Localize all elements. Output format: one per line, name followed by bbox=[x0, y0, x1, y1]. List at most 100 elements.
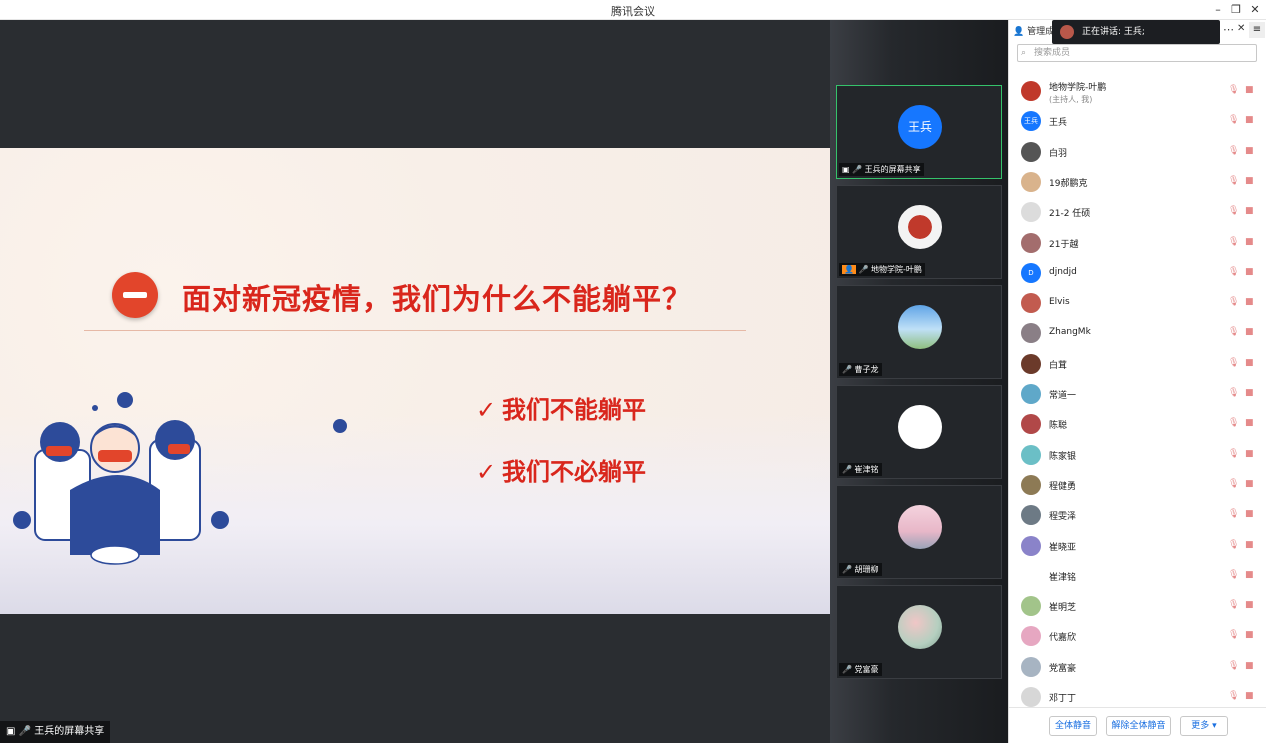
mic-muted-icon[interactable]: 🎙 bbox=[1228, 540, 1239, 551]
mic-muted-icon[interactable]: 🎙 bbox=[1228, 630, 1239, 641]
member-name: 崔晓亚 bbox=[1049, 542, 1077, 553]
mic-muted-icon[interactable]: 🎙 bbox=[1228, 570, 1239, 581]
panel-menu-icon[interactable]: ≡ bbox=[1249, 22, 1265, 38]
mic-muted-icon[interactable]: 🎙 bbox=[1228, 388, 1239, 399]
mic-muted-icon[interactable]: 🎙 bbox=[1228, 418, 1239, 429]
member-row[interactable]: 程健勇 🎙 ■ bbox=[1009, 470, 1266, 500]
member-row[interactable]: 崔津铭 🎙 ■ bbox=[1009, 561, 1266, 591]
member-row[interactable]: 代嘉欣 🎙 ■ bbox=[1009, 621, 1266, 651]
mic-muted-icon[interactable]: 🎙 bbox=[1228, 297, 1239, 308]
search-input[interactable]: ⌕ 搜索成员 bbox=[1017, 44, 1257, 62]
member-row[interactable]: 21于越 🎙 ■ bbox=[1009, 228, 1266, 258]
camera-off-icon[interactable]: ■ bbox=[1245, 146, 1257, 156]
mic-muted-icon[interactable]: 🎙 bbox=[1228, 115, 1239, 126]
camera-off-icon[interactable]: ■ bbox=[1245, 418, 1257, 428]
member-row[interactable]: 程雯泽 🎙 ■ bbox=[1009, 500, 1266, 530]
mic-muted-icon[interactable]: 🎙 bbox=[1228, 146, 1239, 157]
member-name: 崔明芝 bbox=[1049, 603, 1077, 614]
close-panel-icon[interactable]: ✕ bbox=[1237, 23, 1245, 34]
camera-off-icon[interactable]: ■ bbox=[1245, 206, 1257, 216]
mic-muted-icon[interactable]: 🎙 bbox=[1228, 237, 1239, 248]
video-tile[interactable]: 🎤 胡珊柳 bbox=[836, 485, 1002, 579]
avatar bbox=[1021, 323, 1041, 344]
tile-name: 🎤 党富豪 bbox=[839, 663, 882, 676]
member-row[interactable]: 党富豪 🎙 ■ bbox=[1009, 652, 1266, 682]
member-row[interactable]: 地物学院-叶鹏 (主持人, 我) 🎙 ■ bbox=[1009, 76, 1266, 106]
restore-icon[interactable]: ❐ bbox=[1228, 2, 1244, 18]
search-icon: ⌕ bbox=[1021, 48, 1027, 58]
member-name: 邓丁丁 bbox=[1049, 694, 1077, 704]
camera-off-icon[interactable]: ■ bbox=[1245, 600, 1257, 610]
video-tile[interactable]: 王兵 ▣ 🎤 王兵的屏幕共享 bbox=[836, 85, 1002, 179]
mic-muted-icon[interactable]: 🎙 bbox=[1228, 267, 1239, 278]
member-row[interactable]: 白羽 🎙 ■ bbox=[1009, 137, 1266, 167]
mic-muted-icon[interactable]: 🎙 bbox=[1228, 509, 1239, 520]
member-name: 崔津铭 bbox=[1049, 572, 1077, 583]
mic-muted-icon[interactable]: 🎙 bbox=[1228, 691, 1239, 702]
member-row[interactable]: 王兵 王兵 🎙 ■ bbox=[1009, 106, 1266, 136]
mic-muted-icon[interactable]: 🎙 bbox=[1228, 176, 1239, 187]
video-tile[interactable]: 👤 🎤 地物学院-叶鹏 bbox=[836, 185, 1002, 279]
member-row[interactable]: 崔明芝 🎙 ■ bbox=[1009, 591, 1266, 621]
video-tile[interactable]: 🎤 党富豪 bbox=[836, 585, 1002, 679]
member-name: 程雯泽 bbox=[1049, 512, 1077, 523]
video-tile[interactable]: 🎤 崔津铭 bbox=[836, 385, 1002, 479]
camera-off-icon[interactable]: ■ bbox=[1245, 540, 1257, 550]
panel-footer: 全体静音 解除全体静音 更多 ▾ bbox=[1009, 707, 1266, 743]
video-tile[interactable]: 🎤 曹子龙 bbox=[836, 285, 1002, 379]
mic-muted-icon[interactable]: 🎙 bbox=[1228, 600, 1239, 611]
camera-off-icon[interactable]: ■ bbox=[1245, 661, 1257, 671]
mic-muted-icon[interactable]: 🎙 bbox=[1228, 661, 1239, 672]
member-name: 陈家银 bbox=[1049, 451, 1077, 462]
close-icon[interactable]: ✕ bbox=[1247, 2, 1263, 18]
member-row[interactable]: 21-2 任硕 🎙 ■ bbox=[1009, 197, 1266, 227]
member-row[interactable]: 崔晓亚 🎙 ■ bbox=[1009, 531, 1266, 561]
member-row[interactable]: 陈聪 🎙 ■ bbox=[1009, 409, 1266, 439]
more-options-icon[interactable]: ⋯ bbox=[1223, 23, 1234, 36]
camera-off-icon[interactable]: ■ bbox=[1245, 176, 1257, 186]
avatar bbox=[1021, 565, 1041, 586]
camera-off-icon[interactable]: ■ bbox=[1245, 85, 1257, 95]
member-row[interactable]: 白茸 🎙 ■ bbox=[1009, 349, 1266, 379]
slide-title: 面对新冠疫情，我们为什么不能躺平？ bbox=[182, 282, 693, 316]
members-panel: 👤 管理成 ⋯ ✕ ≡ ⌕ 搜索成员 地物学院-叶鹏 (主持人, 我) 🎙 ■ 王兵 王兵… bbox=[1008, 20, 1266, 743]
member-name: 21-2 任硕 bbox=[1049, 209, 1091, 220]
member-row[interactable]: 陈家银 🎙 ■ bbox=[1009, 440, 1266, 470]
mic-muted-icon[interactable]: 🎙 bbox=[1228, 479, 1239, 490]
member-row[interactable]: Ddjndjd 🎙 ■ bbox=[1009, 258, 1266, 288]
avatar bbox=[1021, 414, 1041, 435]
mute-all-button[interactable]: 全体静音 bbox=[1049, 716, 1097, 736]
camera-off-icon[interactable]: ■ bbox=[1245, 630, 1257, 640]
member-row[interactable]: 常道一 🎙 ■ bbox=[1009, 379, 1266, 409]
avatar bbox=[1021, 687, 1041, 707]
camera-off-icon[interactable]: ■ bbox=[1245, 691, 1257, 701]
member-row[interactable]: 19郝鹏克 🎙 ■ bbox=[1009, 167, 1266, 197]
mic-muted-icon[interactable]: 🎙 bbox=[1228, 85, 1239, 96]
minimize-icon[interactable]: – bbox=[1210, 2, 1226, 18]
avatar bbox=[1021, 535, 1041, 556]
avatar bbox=[1021, 474, 1041, 495]
mic-muted-icon[interactable]: 🎙 bbox=[1228, 449, 1239, 460]
camera-off-icon[interactable]: ■ bbox=[1245, 267, 1257, 277]
unmute-all-button[interactable]: 解除全体静音 bbox=[1106, 716, 1171, 736]
camera-off-icon[interactable]: ■ bbox=[1245, 358, 1257, 368]
camera-off-icon[interactable]: ■ bbox=[1245, 237, 1257, 247]
mic-muted-icon[interactable]: 🎙 bbox=[1228, 327, 1239, 338]
panel-header[interactable]: 👤 管理成 bbox=[1013, 24, 1054, 37]
member-name: 代嘉欣 bbox=[1049, 633, 1077, 644]
camera-off-icon[interactable]: ■ bbox=[1245, 388, 1257, 398]
camera-off-icon[interactable]: ■ bbox=[1245, 479, 1257, 489]
mic-muted-icon[interactable]: 🎙 bbox=[1228, 358, 1239, 369]
camera-off-icon[interactable]: ■ bbox=[1245, 509, 1257, 519]
camera-off-icon[interactable]: ■ bbox=[1245, 327, 1257, 337]
more-button[interactable]: 更多 ▾ bbox=[1180, 716, 1228, 736]
tile-name: 👤 🎤 地物学院-叶鹏 bbox=[839, 263, 925, 276]
camera-off-icon[interactable]: ■ bbox=[1245, 297, 1257, 307]
member-name: 19郝鹏克 bbox=[1049, 178, 1088, 189]
camera-off-icon[interactable]: ■ bbox=[1245, 115, 1257, 125]
camera-off-icon[interactable]: ■ bbox=[1245, 570, 1257, 580]
camera-off-icon[interactable]: ■ bbox=[1245, 449, 1257, 459]
mic-muted-icon[interactable]: 🎙 bbox=[1228, 206, 1239, 217]
member-row[interactable]: Elvis 🎙 ■ bbox=[1009, 288, 1266, 318]
member-row[interactable]: ZhangMk 🎙 ■ bbox=[1009, 318, 1266, 348]
